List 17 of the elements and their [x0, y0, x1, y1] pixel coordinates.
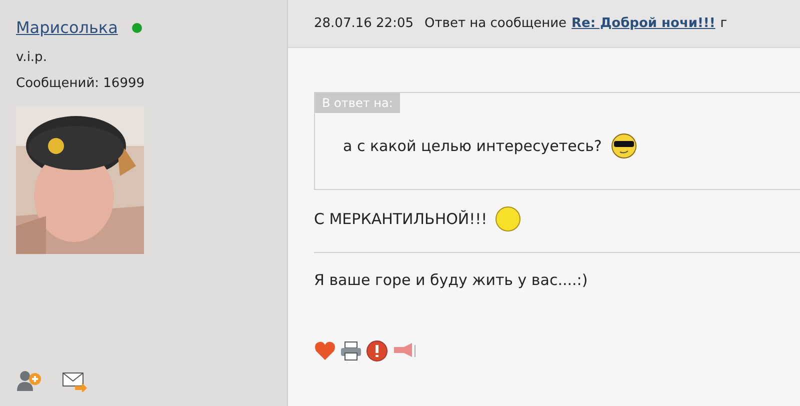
- post-count: Сообщений: 16999: [16, 74, 146, 92]
- send-message-icon[interactable]: [62, 372, 88, 392]
- add-friend-icon[interactable]: [16, 370, 42, 392]
- warning-icon[interactable]: [366, 340, 388, 362]
- message-text: Я ваше горе и буду жить у вас....:): [314, 270, 588, 291]
- heart-icon[interactable]: [314, 340, 336, 360]
- smiley-icon: [495, 206, 522, 232]
- message-text: С МЕРКАНТИЛЬНОЙ!!!: [314, 208, 488, 230]
- user-rank: v.i.p.: [16, 49, 48, 67]
- post-date: 28.07.16 22:05: [314, 14, 414, 33]
- printer-icon[interactable]: [340, 340, 362, 360]
- header-text: г: [720, 14, 728, 33]
- author-link[interactable]: Марисолька: [16, 16, 118, 40]
- reply-link[interactable]: Re: Доброй ночи!!!: [572, 14, 716, 34]
- sunglasses-smiley-icon: [610, 133, 638, 159]
- quote-text: а с какой целью интересуетесь?: [343, 136, 602, 157]
- reply-label: Ответ на сообщение: [424, 14, 567, 33]
